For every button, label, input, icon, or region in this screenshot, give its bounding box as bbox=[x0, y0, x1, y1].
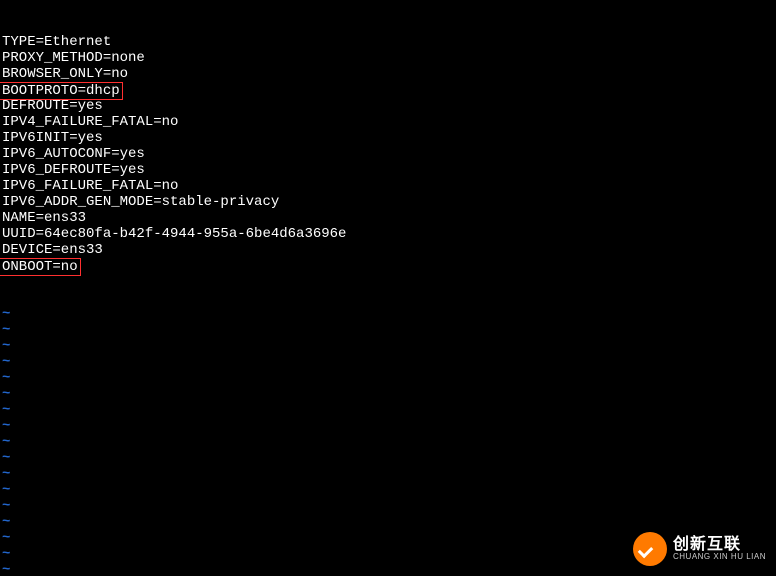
logo-text: 创新互联 CHUANG XIN HU LIAN bbox=[673, 537, 766, 561]
logo-badge-icon bbox=[633, 532, 667, 566]
vim-tilde-line: ~ bbox=[2, 450, 774, 466]
vim-tilde-line: ~ bbox=[2, 306, 774, 322]
config-line: TYPE=Ethernet bbox=[2, 34, 774, 50]
vim-tilde-line: ~ bbox=[2, 418, 774, 434]
terminal-editor[interactable]: TYPE=EthernetPROXY_METHOD=noneBROWSER_ON… bbox=[0, 0, 776, 576]
vim-tilde-line: ~ bbox=[2, 482, 774, 498]
config-line: BOOTPROTO=dhcp bbox=[2, 82, 774, 98]
config-line: IPV4_FAILURE_FATAL=no bbox=[2, 114, 774, 130]
config-line: IPV6_FAILURE_FATAL=no bbox=[2, 178, 774, 194]
vim-tilde-line: ~ bbox=[2, 370, 774, 386]
config-line: IPV6INIT=yes bbox=[2, 130, 774, 146]
config-line: DEVICE=ens33 bbox=[2, 242, 774, 258]
vim-tilde-line: ~ bbox=[2, 354, 774, 370]
config-line: IPV6_ADDR_GEN_MODE=stable-privacy bbox=[2, 194, 774, 210]
vim-tilde-line: ~ bbox=[2, 322, 774, 338]
config-line: PROXY_METHOD=none bbox=[2, 50, 774, 66]
config-line: IPV6_DEFROUTE=yes bbox=[2, 162, 774, 178]
config-line: UUID=64ec80fa-b42f-4944-955a-6be4d6a3696… bbox=[2, 226, 774, 242]
logo-en-text: CHUANG XIN HU LIAN bbox=[673, 553, 766, 561]
vim-tilde-line: ~ bbox=[2, 402, 774, 418]
config-line: DEFROUTE=yes bbox=[2, 98, 774, 114]
vim-tilde-line: ~ bbox=[2, 434, 774, 450]
vim-tilde-line: ~ bbox=[2, 386, 774, 402]
config-line: ONBOOT=no bbox=[2, 258, 774, 274]
highlighted-config-line: ONBOOT=no bbox=[0, 258, 81, 276]
watermark-logo: 创新互联 CHUANG XIN HU LIAN bbox=[633, 532, 766, 566]
config-line: NAME=ens33 bbox=[2, 210, 774, 226]
vim-tilde-line: ~ bbox=[2, 466, 774, 482]
logo-cn-text: 创新互联 bbox=[673, 537, 766, 553]
vim-tilde-line: ~ bbox=[2, 338, 774, 354]
config-line: BROWSER_ONLY=no bbox=[2, 66, 774, 82]
vim-tilde-line: ~ bbox=[2, 498, 774, 514]
file-content: TYPE=EthernetPROXY_METHOD=noneBROWSER_ON… bbox=[2, 34, 774, 274]
config-line: IPV6_AUTOCONF=yes bbox=[2, 146, 774, 162]
vim-tilde-line: ~ bbox=[2, 514, 774, 530]
